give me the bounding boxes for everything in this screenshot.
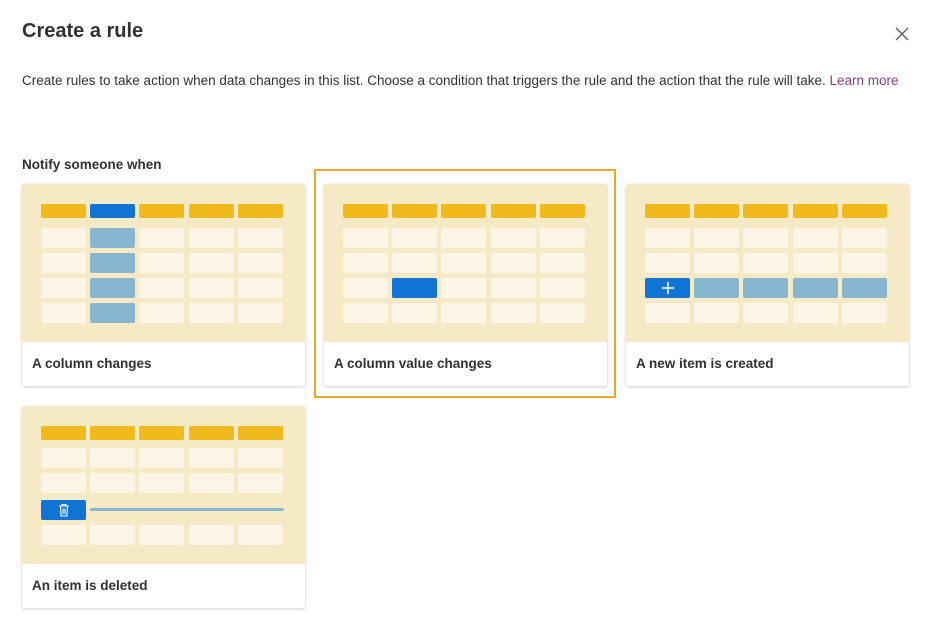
dialog-description: Create rules to take action when data ch… xyxy=(22,71,902,91)
card-label: A column value changes xyxy=(334,356,492,371)
learn-more-link[interactable]: Learn more xyxy=(829,73,898,88)
card-thumbnail xyxy=(22,184,305,342)
grid-illustration xyxy=(41,204,286,326)
card-thumbnail xyxy=(324,184,607,342)
card-label: A column changes xyxy=(32,356,152,371)
card-label: A new item is created xyxy=(636,356,774,371)
card-item-deleted[interactable]: An item is deleted xyxy=(22,406,305,608)
card-new-item-created[interactable]: A new item is created xyxy=(626,184,909,386)
card-label: An item is deleted xyxy=(32,578,148,593)
description-text: Create rules to take action when data ch… xyxy=(22,73,826,88)
grid-illustration xyxy=(343,204,588,326)
card-thumbnail xyxy=(626,184,909,342)
close-button[interactable] xyxy=(890,22,914,46)
card-column-changes[interactable]: A column changes xyxy=(22,184,305,386)
card-thumbnail xyxy=(22,406,305,564)
dialog-title: Create a rule xyxy=(22,20,144,42)
grid-illustration xyxy=(41,426,286,548)
plus-icon xyxy=(661,282,674,294)
section-title: Notify someone when xyxy=(22,157,162,172)
trash-icon xyxy=(58,503,69,517)
grid-illustration xyxy=(645,204,890,326)
close-icon xyxy=(895,27,909,41)
card-column-value-changes[interactable]: A column value changes xyxy=(324,184,607,386)
